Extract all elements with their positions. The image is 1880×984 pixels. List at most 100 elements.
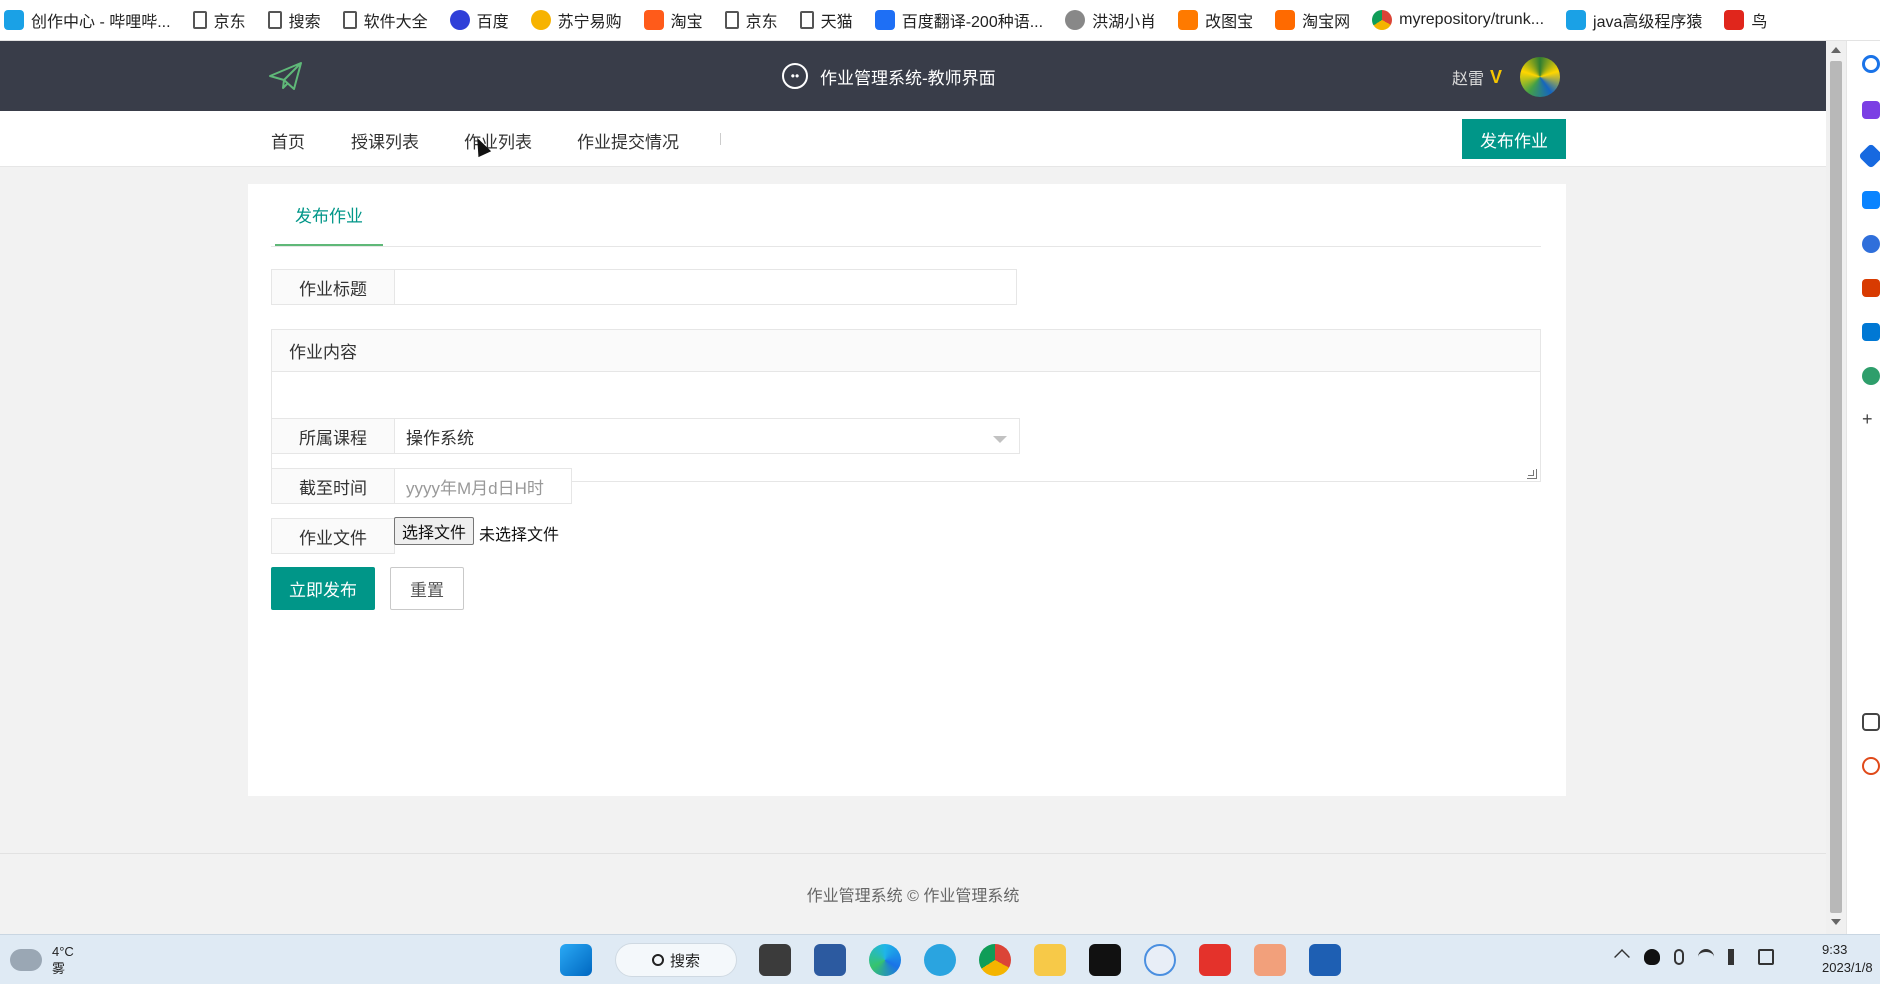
deadline-input[interactable]: yyyy年M月d日H时 xyxy=(394,468,572,504)
office-icon[interactable] xyxy=(1862,279,1880,297)
exit-icon[interactable] xyxy=(1862,713,1880,731)
page-icon xyxy=(267,11,282,29)
clock-time: 9:33 xyxy=(1822,942,1848,957)
bookmark-item[interactable]: 搜索 xyxy=(267,8,321,32)
bookmarks-bar: 创作中心 - 哔哩哔... 京东 搜索 软件大全 百度 苏宁易购 淘宝 京东 天… xyxy=(0,0,1880,41)
bookmark-item[interactable]: myrepository/trunk... xyxy=(1372,10,1544,30)
bookmark-item[interactable]: 京东 xyxy=(724,8,778,32)
bookmark-item[interactable]: 改图宝 xyxy=(1178,8,1253,32)
search-icon[interactable] xyxy=(1862,55,1880,73)
chrome-icon[interactable] xyxy=(979,944,1011,976)
bookmark-item[interactable]: 天猫 xyxy=(799,8,853,32)
tree-icon[interactable] xyxy=(1862,367,1880,385)
deadline-label: 截至时间 xyxy=(271,468,395,504)
bookmark-label: 淘宝 xyxy=(670,14,703,31)
add-icon[interactable]: + xyxy=(1862,410,1880,429)
file-label: 作业文件 xyxy=(271,518,395,554)
tag-icon[interactable] xyxy=(1858,143,1880,169)
gear-icon[interactable] xyxy=(1862,757,1880,775)
temperature: 4°C xyxy=(52,944,74,959)
taskbar-search[interactable]: 搜索 xyxy=(615,943,737,977)
nav-item-submissions[interactable]: 作业提交情况 xyxy=(577,128,679,153)
outlook-icon[interactable] xyxy=(1862,323,1880,341)
vip-badge: V xyxy=(1490,66,1503,87)
taobao-icon xyxy=(643,10,664,30)
bookmark-item[interactable]: 淘宝 xyxy=(643,8,703,32)
clock[interactable]: 9:33 2023/1/8 xyxy=(1822,941,1873,977)
bird-icon xyxy=(1724,10,1745,30)
nav-item-courses[interactable]: 授课列表 xyxy=(351,128,419,153)
baidu-icon xyxy=(449,10,470,30)
bookmark-item[interactable]: 洪湖小肖 xyxy=(1065,8,1156,32)
slides-icon[interactable] xyxy=(1254,944,1286,976)
taskbar-search-label: 搜索 xyxy=(669,952,700,970)
course-label: 所属课程 xyxy=(271,418,395,454)
tab-publish-homework[interactable]: 发布作业 xyxy=(275,184,383,246)
submit-button[interactable]: 立即发布 xyxy=(271,567,375,610)
tab-divider xyxy=(271,246,1541,247)
choose-file-button[interactable]: 选择文件 xyxy=(394,517,474,545)
wifi-icon[interactable] xyxy=(1698,949,1714,965)
chevron-up-icon[interactable] xyxy=(1614,949,1630,965)
resize-handle-icon[interactable] xyxy=(1527,469,1537,479)
bookmark-item[interactable]: java高级程序猿 xyxy=(1566,8,1702,32)
page-icon xyxy=(342,11,357,29)
folder-icon[interactable] xyxy=(1034,944,1066,976)
wps-icon[interactable] xyxy=(1199,944,1231,976)
bookmark-item[interactable]: 软件大全 xyxy=(342,8,428,32)
vscode-icon[interactable] xyxy=(1309,944,1341,976)
suning-icon xyxy=(530,10,551,30)
bookmark-item[interactable]: 百度 xyxy=(449,8,509,32)
title-input[interactable] xyxy=(394,269,1017,305)
edge-icon[interactable] xyxy=(869,944,901,976)
publish-form-card: 发布作业 作业标题 作业内容 所属课程 操作系统 截至时间 yyyy年M月d日H… xyxy=(248,184,1566,796)
bookmark-label: myrepository/trunk... xyxy=(1399,11,1545,28)
bookmark-label: 软件大全 xyxy=(363,14,428,31)
content-box: 作业内容 xyxy=(271,329,1541,482)
page-scrollbar[interactable] xyxy=(1826,41,1846,934)
windows-start-icon[interactable] xyxy=(560,944,592,976)
task-view-icon[interactable] xyxy=(759,944,791,976)
course-select-value: 操作系统 xyxy=(406,428,474,448)
volume-icon[interactable] xyxy=(1728,949,1744,965)
app-title: •• 作业管理系统-教师界面 xyxy=(782,63,996,89)
microphone-icon[interactable] xyxy=(1674,949,1684,965)
bookmark-item[interactable]: 京东 xyxy=(192,8,246,32)
intellij-icon[interactable] xyxy=(1089,944,1121,976)
copilot-icon[interactable] xyxy=(1862,101,1880,119)
scroll-down-icon[interactable] xyxy=(1831,919,1841,925)
rings-app-icon[interactable] xyxy=(1144,944,1176,976)
avatar-icon xyxy=(1065,10,1086,30)
content-label: 作业内容 xyxy=(272,330,1540,372)
bookmark-label: 京东 xyxy=(213,14,246,31)
image-icon xyxy=(1178,10,1199,30)
reset-button[interactable]: 重置 xyxy=(390,567,464,610)
user-menu[interactable]: 赵雷 V xyxy=(1452,57,1561,97)
bookmark-item[interactable]: 苏宁易购 xyxy=(530,8,622,32)
tv-icon xyxy=(4,10,24,30)
publish-homework-button[interactable]: 发布作业 xyxy=(1462,119,1566,159)
people-icon[interactable] xyxy=(1862,235,1880,253)
bookmark-label: 鸟 xyxy=(1751,14,1768,31)
network-app-icon[interactable] xyxy=(814,944,846,976)
course-select[interactable]: 操作系统 xyxy=(394,418,1020,454)
bookmark-label: 天猫 xyxy=(820,14,853,31)
user-name: 赵雷 xyxy=(1452,71,1485,88)
scrollbar-thumb[interactable] xyxy=(1830,61,1842,913)
scroll-up-icon[interactable] xyxy=(1831,47,1841,53)
nav-divider xyxy=(720,133,721,145)
ie-icon[interactable] xyxy=(924,944,956,976)
bookmark-item[interactable]: 鸟 xyxy=(1724,8,1767,32)
battery-icon[interactable] xyxy=(1758,949,1774,965)
bookmark-item[interactable]: 百度翻译-200种语... xyxy=(874,8,1043,32)
taskbar: 4°C 雾 搜索 9:33 2023/1/8 xyxy=(0,934,1880,984)
qq-icon[interactable] xyxy=(1644,949,1660,965)
bookmark-item[interactable]: 创作中心 - 哔哩哔... xyxy=(4,8,171,32)
browser-sidebar: + xyxy=(1846,41,1880,934)
nav-item-home[interactable]: 首页 xyxy=(271,128,305,153)
paper-plane-icon[interactable] xyxy=(268,60,304,92)
toolbox-icon[interactable] xyxy=(1862,191,1880,209)
avatar[interactable] xyxy=(1520,57,1561,97)
bookmark-item[interactable]: 淘宝网 xyxy=(1275,8,1350,32)
weather-widget[interactable]: 4°C 雾 xyxy=(10,943,74,977)
